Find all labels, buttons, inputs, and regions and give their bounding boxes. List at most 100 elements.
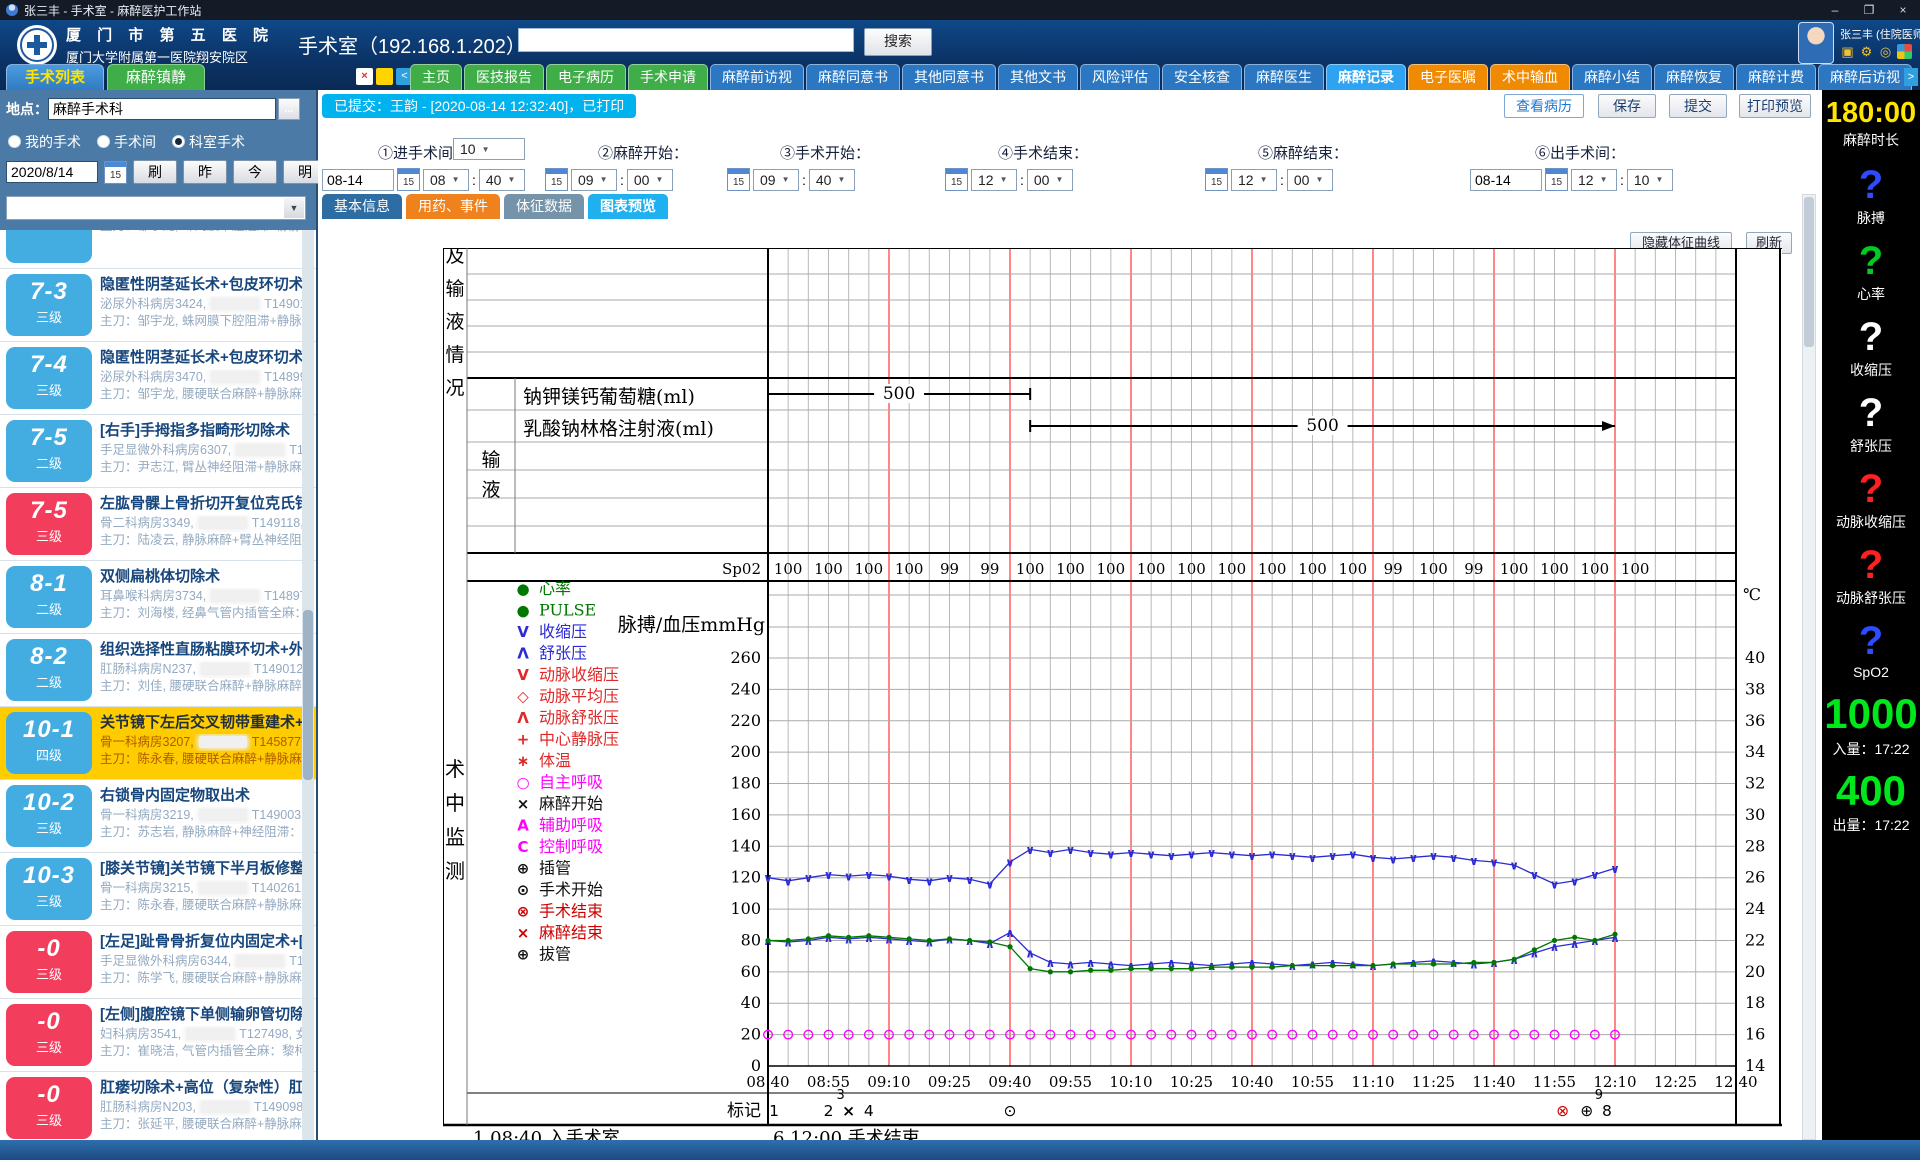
submit-button[interactable]: 提交 (1669, 94, 1727, 118)
calendar-icon[interactable]: 15 (1205, 168, 1228, 191)
hour-select-2[interactable]: 09▼ (571, 169, 617, 191)
calendar-icon[interactable]: 15 (104, 161, 127, 184)
surgery-list-item[interactable]: 10-2三级右锁骨内固定物取出术骨一科病房3219,T149003, 男, 38… (0, 780, 316, 853)
surgery-list-item[interactable]: 7-5二级[右手]手拇指多指畸形切除术手足显微外科病房6307,T149046,… (0, 415, 316, 488)
print-preview-button[interactable]: 打印预览 (1739, 94, 1811, 118)
date-input[interactable] (6, 161, 98, 183)
close-button[interactable]: × (1886, 0, 1920, 20)
tab-手术申请[interactable]: 手术申请 (628, 64, 708, 90)
location-more-button[interactable]: ... (278, 98, 300, 120)
tab-主页[interactable]: 主页 (410, 64, 462, 90)
calendar-icon[interactable]: 15 (545, 168, 568, 191)
sidebar-scrollbar[interactable] (302, 230, 314, 1140)
calendar-icon[interactable]: 15 (397, 168, 420, 191)
tab-麻醉恢复[interactable]: 麻醉恢复 (1654, 64, 1734, 90)
chart-scrollbar[interactable] (1802, 194, 1816, 1140)
hour-select-3[interactable]: 09▼ (753, 169, 799, 191)
surgery-list-item[interactable]: 7-3三级隐匿性阴茎延长术+包皮环切术+嵌顿包茎泌尿外科病房3424,T1490… (0, 269, 316, 342)
operating-room-select[interactable]: 10▼ (453, 138, 525, 160)
surgery-list-item[interactable]: 三级泌尿外科病房3409,T149000, 男, 12岁主刀：邹宇龙, 蛛网膜下… (0, 230, 316, 269)
radio-手术间[interactable]: 手术间 (97, 132, 156, 152)
date-field-6[interactable] (1470, 169, 1542, 191)
tab-电子病历[interactable]: 电子病历 (546, 64, 626, 90)
view-record-button[interactable]: 查看病历 (1504, 94, 1584, 118)
minute-select-4[interactable]: 00▼ (1027, 169, 1073, 191)
room-level-badge: 7-5三级 (6, 493, 92, 555)
calendar-icon[interactable]: 15 (727, 168, 750, 191)
date-field-1[interactable] (322, 169, 394, 191)
sidebar-tab-0[interactable]: 手术列表 (6, 64, 104, 91)
minute-select-1[interactable]: 40▼ (479, 169, 525, 191)
tab-风险评估[interactable]: 风险评估 (1080, 64, 1160, 90)
surgery-list-item[interactable]: 7-5三级左肱骨髁上骨折切开复位克氏针内固定术骨二科病房3349,T149118… (0, 488, 316, 561)
time-group-4: 1512▼:00▼ (945, 168, 1073, 191)
surgery-list-item[interactable]: 8-2二级组织选择性直肠粘膜环切术+外痔切除术肛肠科病房N237,T149012… (0, 634, 316, 707)
date-button-今[interactable]: 今 (233, 160, 277, 184)
minimize-button[interactable]: – (1818, 0, 1852, 20)
svg-text:100: 100 (1177, 560, 1206, 578)
radio-我的手术[interactable]: 我的手术 (8, 132, 81, 152)
patient-name-redacted (186, 1028, 234, 1040)
minute-select-5[interactable]: 00▼ (1287, 169, 1333, 191)
location-input[interactable] (48, 98, 276, 120)
tab-麻醉小结[interactable]: 麻醉小结 (1572, 64, 1652, 90)
svg-text:100: 100 (1540, 560, 1569, 578)
date-button-昨[interactable]: 昨 (183, 160, 227, 184)
surgery-list-item[interactable]: 10-3三级[膝关节镜]关节镜下半月板修整成形术+关骨一科病房3215,T140… (0, 853, 316, 926)
surgery-list-item[interactable]: -0三级[左侧]腹腔镜下单侧输卵管切除术+[右侧]妇科病房3541,T12749… (0, 999, 316, 1072)
surgery-list-item[interactable]: 8-1二级双侧扁桃体切除术耳鼻喉科病房3734,T148976, 女, 26岁主… (0, 561, 316, 634)
tab-麻醉计费[interactable]: 麻醉计费 (1736, 64, 1816, 90)
coins-icon[interactable]: ◎ (1878, 44, 1893, 59)
gear-icon[interactable]: ⚙ (1859, 44, 1874, 59)
close-tab-icon[interactable]: × (356, 68, 373, 85)
svg-text:100: 100 (1621, 560, 1650, 578)
tab-其他文书[interactable]: 其他文书 (998, 64, 1078, 90)
minute-select-6[interactable]: 10▼ (1627, 169, 1673, 191)
radio-科室手术[interactable]: 科室手术 (172, 132, 245, 152)
save-button[interactable]: 保存 (1598, 94, 1656, 118)
tab-麻醉同意书[interactable]: 麻醉同意书 (806, 64, 900, 90)
search-button[interactable]: 搜索 (864, 28, 932, 56)
tab-电子医嘱[interactable]: 电子医嘱 (1408, 64, 1488, 90)
filter-dropdown[interactable]: ▼ (6, 196, 306, 220)
subtab-图表预览[interactable]: 图表预览 (588, 194, 668, 219)
minute-select-2[interactable]: 00▼ (627, 169, 673, 191)
tab-麻醉医生[interactable]: 麻醉医生 (1244, 64, 1324, 90)
tab-术中输血[interactable]: 术中输血 (1490, 64, 1570, 90)
subtab-用药、事件[interactable]: 用药、事件 (406, 194, 500, 219)
tab-安全核查[interactable]: 安全核查 (1162, 64, 1242, 90)
chart-icon[interactable] (1897, 44, 1912, 59)
user-name: 张三丰 (住院医师) (1840, 26, 1920, 42)
tab-麻醉后访视[interactable]: 麻醉后访视 (1818, 64, 1912, 90)
surgery-list-item[interactable]: 10-1四级关节镜下左后交叉韧带重建术+[左膝关节]骨一科病房3207,T145… (0, 707, 316, 780)
calendar-icon[interactable]: 15 (945, 168, 968, 191)
svg-text:∨: ∨ (1590, 868, 1600, 882)
tab-其他同意书[interactable]: 其他同意书 (902, 64, 996, 90)
subtab-体征数据[interactable]: 体征数据 (504, 194, 584, 219)
tab-医技报告[interactable]: 医技报告 (464, 64, 544, 90)
svg-text:08:40: 08:40 (746, 1073, 789, 1091)
date-button-刷[interactable]: 刷 (133, 160, 177, 184)
minute-select-3[interactable]: 40▼ (809, 169, 855, 191)
search-input[interactable] (518, 28, 854, 52)
calendar-icon[interactable]: 15 (1545, 168, 1568, 191)
svg-text:自主呼吸: 自主呼吸 (539, 773, 603, 792)
surgery-list-item[interactable]: -0三级肛瘘切除术+高位（复杂性）肛瘘挂线术肛肠科病房N203,T149098,… (0, 1072, 316, 1140)
tab-麻醉前访视[interactable]: 麻醉前访视 (710, 64, 804, 90)
hour-select-6[interactable]: 12▼ (1571, 169, 1617, 191)
hour-select-1[interactable]: 08▼ (423, 169, 469, 191)
surgery-list-item[interactable]: -0三级[左足]趾骨骨折复位内固定术+[左足]清创手足显微外科病房6344,T1… (0, 926, 316, 999)
hour-select-5[interactable]: 12▼ (1231, 169, 1277, 191)
surgery-list-item[interactable]: 7-4三级隐匿性阴茎延长术+包皮环切术+显微镜下泌尿外科病房3470,T1489… (0, 342, 316, 415)
hour-select-4[interactable]: 12▼ (971, 169, 1017, 191)
badge-icon[interactable]: ▣ (1840, 44, 1855, 59)
maximize-button[interactable]: ❐ (1852, 0, 1886, 20)
room-level-badge: 10-3三级 (6, 858, 92, 920)
user-avatar[interactable] (1798, 22, 1834, 64)
sidebar-tab-1[interactable]: 麻醉镇静 (107, 64, 205, 91)
tabs-overflow-arrow[interactable]: > (1904, 68, 1918, 86)
svg-text:∨: ∨ (965, 873, 975, 887)
yellow-marker-icon[interactable] (376, 68, 393, 85)
tab-麻醉记录[interactable]: 麻醉记录 (1326, 64, 1406, 90)
subtab-基本信息[interactable]: 基本信息 (322, 194, 402, 219)
